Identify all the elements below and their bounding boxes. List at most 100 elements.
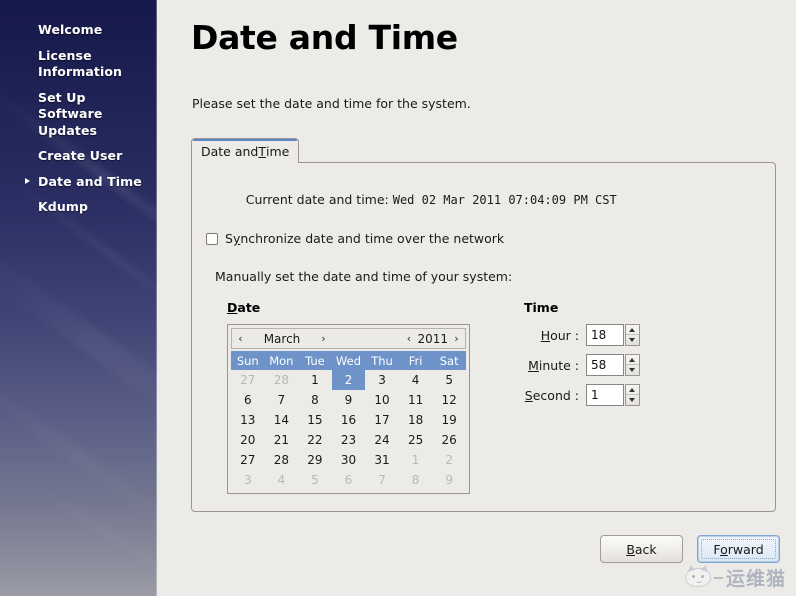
sidebar-item-create-user[interactable]: Create User	[0, 148, 157, 165]
tab-date-and-time[interactable]: Date and Time	[191, 138, 300, 163]
calendar-day[interactable]: 31	[365, 450, 399, 470]
calendar-day[interactable]: 5	[298, 470, 332, 490]
calendar-week-row: 27 28 1 2 3 4 5	[231, 370, 466, 390]
calendar-day-header-row: Sun Mon Tue Wed Thu Fri Sat	[231, 351, 466, 370]
calendar-day[interactable]: 4	[399, 370, 433, 390]
sync-network-checkbox-row[interactable]: Synchronize date and time over the netwo…	[206, 231, 761, 246]
calendar-day[interactable]: 6	[231, 390, 265, 410]
chevron-down-icon[interactable]	[626, 395, 639, 405]
calendar-day[interactable]: 8	[298, 390, 332, 410]
sidebar-item-welcome[interactable]: Welcome	[0, 22, 157, 39]
calendar-day[interactable]: 4	[265, 470, 299, 490]
minute-stepper[interactable]: 58	[586, 354, 640, 376]
calendar-day[interactable]: 16	[332, 410, 366, 430]
calendar-day[interactable]: 21	[265, 430, 299, 450]
calendar-day[interactable]: 7	[365, 470, 399, 490]
calendar-day[interactable]: 11	[399, 390, 433, 410]
calendar-day[interactable]: 19	[432, 410, 466, 430]
calendar-day[interactable]: 22	[298, 430, 332, 450]
calendar-day[interactable]: 7	[265, 390, 299, 410]
back-button[interactable]: Back	[600, 535, 683, 563]
forward-button[interactable]: Forward	[697, 535, 780, 563]
calendar-week-row: 27 28 29 30 31 1 2	[231, 450, 466, 470]
minute-stepper-buttons[interactable]	[625, 354, 640, 376]
calendar-day[interactable]: 2	[432, 450, 466, 470]
sidebar-item-kdump[interactable]: Kdump	[0, 199, 157, 216]
tab-label-post: ime	[266, 143, 290, 159]
chevron-right-icon[interactable]: ›	[315, 332, 332, 345]
calendar-day[interactable]: 6	[332, 470, 366, 490]
chevron-up-icon[interactable]	[626, 325, 639, 335]
calendar-month-label: March	[263, 331, 301, 346]
calendar-day[interactable]: 18	[399, 410, 433, 430]
calendar-day[interactable]: 26	[432, 430, 466, 450]
chevron-down-icon[interactable]	[626, 365, 639, 375]
sidebar-item-license-information[interactable]: License Information	[0, 48, 157, 81]
back-button-mnemonic: B	[626, 541, 635, 557]
calendar-day[interactable]: 20	[231, 430, 265, 450]
chevron-down-icon[interactable]	[626, 335, 639, 345]
calendar-day[interactable]: 28	[265, 450, 299, 470]
main-content: Date and Time Please set the date and ti…	[157, 0, 796, 596]
hour-stepper[interactable]: 18	[586, 324, 640, 346]
calendar-day[interactable]: 13	[231, 410, 265, 430]
chevron-up-icon[interactable]	[626, 355, 639, 365]
chevron-left-icon[interactable]: ‹	[400, 332, 417, 345]
calendar-day[interactable]: 10	[365, 390, 399, 410]
hour-input[interactable]: 18	[586, 324, 624, 346]
sidebar-item-date-and-time[interactable]: Date and Time	[0, 174, 157, 191]
calendar-day[interactable]: 28	[265, 370, 299, 390]
calendar-day[interactable]: 3	[231, 470, 265, 490]
calendar-day-selected[interactable]: 2	[331, 370, 366, 390]
watermark-dash	[713, 576, 723, 579]
tab-label-mnemonic: T	[258, 143, 267, 159]
calendar-widget[interactable]: ‹ March › ‹ 2011 › Sun Mon Tue Wed Thu F…	[227, 324, 470, 494]
calendar-day[interactable]: 30	[332, 450, 366, 470]
calendar-day[interactable]: 29	[298, 450, 332, 470]
hour-stepper-buttons[interactable]	[625, 324, 640, 346]
date-heading-mnemonic: D	[227, 300, 238, 315]
calendar-header: ‹ March › ‹ 2011 ›	[231, 328, 466, 349]
calendar-day[interactable]: 12	[432, 390, 466, 410]
time-section-heading: Time	[524, 300, 559, 315]
chevron-right-icon[interactable]: ›	[448, 332, 465, 345]
calendar-day[interactable]: 23	[332, 430, 366, 450]
sync-network-checkbox[interactable]	[206, 232, 218, 245]
calendar-day-header: Fri	[398, 351, 433, 370]
chevron-up-icon[interactable]	[626, 385, 639, 395]
calendar-day[interactable]: 1	[298, 370, 332, 390]
date-section-heading: Date	[227, 300, 261, 315]
sidebar-item-set-up-software-updates[interactable]: Set Up Software Updates	[0, 90, 157, 140]
current-date-time-label: Current date and time:	[245, 192, 393, 207]
calendar-day[interactable]: 27	[231, 450, 265, 470]
calendar-day[interactable]: 9	[332, 390, 366, 410]
calendar-day[interactable]: 5	[432, 370, 466, 390]
calendar-day[interactable]: 9	[432, 470, 466, 490]
calendar-day[interactable]: 1	[399, 450, 433, 470]
sync-network-label: Synchronize date and time over the netwo…	[225, 231, 505, 246]
tab-panel-date-and-time: Current date and time: Wed 02 Mar 2011 0…	[191, 162, 776, 512]
calendar-week-row: 6 7 8 9 10 11 12	[231, 390, 466, 410]
cat-face-icon	[684, 563, 711, 587]
calendar-day[interactable]: 3	[365, 370, 399, 390]
back-button-label: Back	[626, 541, 657, 557]
second-input[interactable]: 1	[586, 384, 624, 406]
current-date-time-row: Current date and time: Wed 02 Mar 2011 0…	[206, 177, 761, 222]
calendar-day-header: Tue	[298, 351, 332, 370]
calendar-day[interactable]: 14	[265, 410, 299, 430]
second-stepper-buttons[interactable]	[625, 384, 640, 406]
calendar-week-row: 13 14 15 16 17 18 19	[231, 410, 466, 430]
calendar-day[interactable]: 15	[298, 410, 332, 430]
calendar-day[interactable]: 25	[399, 430, 433, 450]
calendar-year-label: 2011	[417, 331, 448, 346]
sidebar-item-label: Set Up Software Updates	[38, 89, 103, 138]
minute-input[interactable]: 58	[586, 354, 624, 376]
second-stepper[interactable]: 1	[586, 384, 640, 406]
calendar-day[interactable]: 17	[365, 410, 399, 430]
chevron-left-icon[interactable]: ‹	[232, 332, 249, 345]
hour-label-mnemonic: H	[540, 327, 551, 343]
calendar-day[interactable]: 27	[231, 370, 265, 390]
calendar-day[interactable]: 24	[365, 430, 399, 450]
hour-label: Hour :	[540, 327, 579, 343]
calendar-day[interactable]: 8	[399, 470, 433, 490]
